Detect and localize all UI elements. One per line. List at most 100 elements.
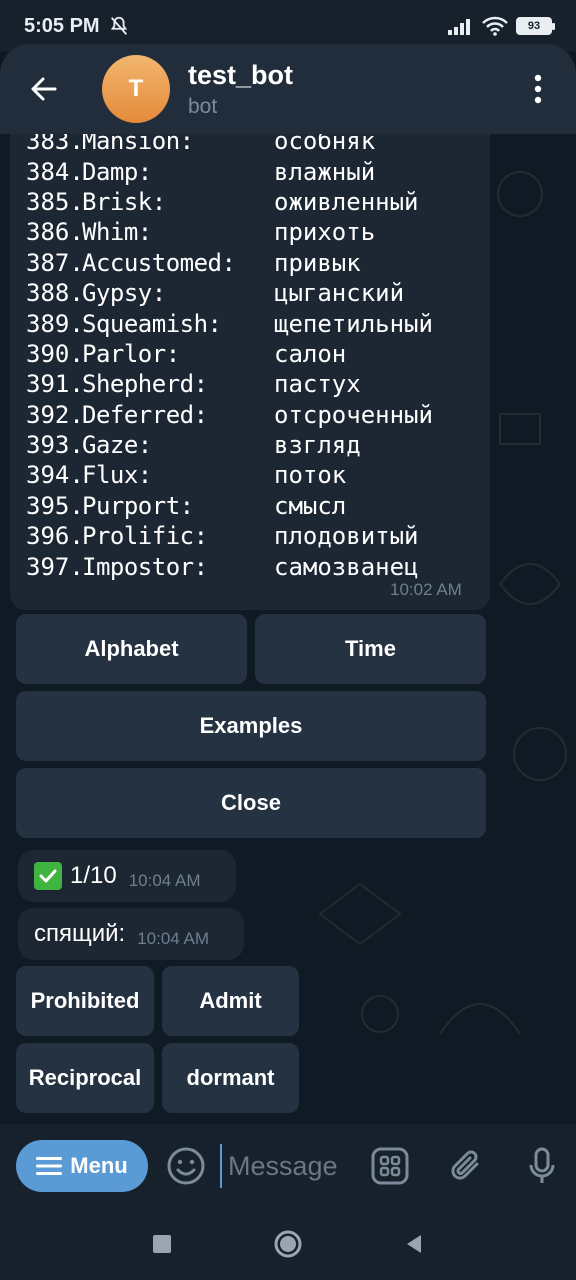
list-item: 396. Prolific: плодовитый: [26, 521, 466, 551]
answer-option-admit[interactable]: Admit: [162, 966, 299, 1036]
message-timestamp: 10:04 AM: [128, 871, 201, 890]
wifi-icon: [482, 16, 508, 36]
item-russian: особняк: [274, 134, 376, 156]
item-russian: оживленный: [274, 187, 419, 216]
menu-button[interactable]: Menu: [16, 1140, 148, 1192]
word-text: спящий:: [34, 920, 126, 947]
item-english: Accustomed:: [82, 248, 236, 277]
item-number: 389.: [26, 309, 84, 338]
item-english: Mansion:: [82, 134, 194, 156]
list-item: 392. Deferred: отсроченный: [26, 400, 466, 430]
status-time: 5:05 PM: [24, 14, 100, 37]
recents-button[interactable]: [151, 1233, 173, 1255]
check-mark-icon: [34, 862, 62, 890]
item-russian: салон: [274, 339, 347, 368]
menu-label: Menu: [70, 1153, 128, 1178]
item-number: 395.: [26, 491, 84, 520]
item-russian: цыганский: [274, 279, 405, 308]
chat-header: T test_bot bot: [0, 44, 576, 134]
answer-option-reciprocal[interactable]: Reciprocal: [16, 1043, 154, 1113]
hamburger-icon: [36, 1157, 63, 1175]
voice-message-button[interactable]: [520, 1144, 564, 1188]
item-english: Brisk:: [82, 187, 166, 216]
item-number: 390.: [26, 339, 84, 368]
item-english: Squeamish:: [82, 309, 222, 338]
message-input-bar: Menu Message: [0, 1124, 576, 1208]
list-item: 393. Gaze: взгляд: [26, 430, 466, 460]
avatar-letter: T: [128, 75, 144, 102]
item-number: 393.: [26, 431, 84, 460]
home-button[interactable]: [273, 1229, 303, 1259]
item-number: 391.: [26, 370, 84, 399]
message-timestamp: 10:04 AM: [137, 929, 210, 948]
list-item: 385. Brisk: оживленный: [26, 187, 466, 217]
item-english: Parlor:: [82, 339, 180, 368]
item-russian: отсроченный: [274, 400, 433, 429]
message-timestamp: 10:02 AM: [390, 580, 462, 599]
list-item: 386. Whim: прихоть: [26, 217, 466, 247]
item-number: 384.: [26, 157, 84, 186]
bot-keyboard-button[interactable]: [368, 1144, 412, 1188]
alphabet-button[interactable]: Alphabet: [16, 614, 247, 684]
item-number: 387.: [26, 248, 84, 277]
emoji-button[interactable]: [164, 1144, 208, 1188]
item-english: Damp:: [82, 157, 152, 186]
answer-option-dormant[interactable]: dormant: [162, 1043, 299, 1113]
list-item: 389. Squeamish: щепетильный: [26, 308, 466, 338]
list-item: 383. Mansion: особняк: [26, 134, 466, 156]
kebab-menu-icon: [534, 74, 542, 104]
list-item: 395. Purport: смысл: [26, 491, 466, 521]
chat-area[interactable]: 383. Mansion: особняк 384. Damp: влажный 385…: [0, 134, 576, 1124]
item-russian: поток: [274, 461, 347, 490]
item-english: Impostor:: [82, 552, 208, 581]
chat-subtitle: bot: [188, 94, 218, 118]
microphone-icon: [529, 1147, 555, 1183]
item-english: Purport:: [82, 491, 194, 520]
list-item: 394. Flux: поток: [26, 460, 466, 490]
item-russian: самозванец: [274, 552, 419, 581]
item-russian: смысл: [274, 491, 347, 520]
examples-button[interactable]: Examples: [16, 691, 486, 761]
item-english: Shepherd:: [82, 370, 208, 399]
item-number: 386.: [26, 218, 84, 247]
notifications-muted-icon: [110, 16, 127, 35]
list-item: 388. Gypsy: цыганский: [26, 278, 466, 308]
close-button[interactable]: Close: [16, 768, 486, 838]
message-input[interactable]: Message: [220, 1144, 350, 1188]
back-button[interactable]: [12, 57, 76, 121]
score-message: 1/10 10:04 AM: [18, 850, 236, 902]
back-nav-button[interactable]: [403, 1233, 425, 1255]
item-number: 383.: [26, 134, 84, 156]
chat-titles[interactable]: test_bot bot: [188, 60, 293, 119]
list-item: 391. Shepherd: пастух: [26, 369, 466, 399]
item-number: 396.: [26, 522, 84, 551]
score-text: 1/10: [70, 862, 117, 889]
item-english: Whim:: [82, 218, 152, 247]
item-russian: влажный: [274, 157, 376, 186]
word-message: спящий: 10:04 AM: [18, 908, 244, 960]
item-english: Deferred:: [82, 400, 208, 429]
avatar[interactable]: T: [102, 55, 170, 123]
vocabulary-list: 383. Mansion: особняк 384. Damp: влажный 385…: [26, 134, 466, 582]
item-russian: пастух: [274, 370, 361, 399]
list-item: 397. Impostor: самозванец: [26, 551, 466, 581]
attach-button[interactable]: [444, 1144, 488, 1188]
list-item: 384. Damp: влажный: [26, 156, 466, 186]
signal-icon: [448, 19, 470, 35]
keyboard-grid-icon: [371, 1147, 409, 1185]
list-item: 390. Parlor: салон: [26, 339, 466, 369]
system-nav-bar: [0, 1208, 576, 1280]
paperclip-icon: [451, 1150, 479, 1180]
item-number: 388.: [26, 279, 84, 308]
time-button[interactable]: Time: [255, 614, 486, 684]
chat-title: test_bot: [188, 59, 294, 90]
arrow-left-icon: [31, 77, 57, 101]
item-english: Gaze:: [82, 431, 152, 460]
smiley-icon: [167, 1147, 205, 1185]
item-number: 385.: [26, 187, 84, 216]
more-options-button[interactable]: [516, 59, 560, 119]
item-number: 397.: [26, 552, 84, 581]
answer-option-prohibited[interactable]: Prohibited: [16, 966, 154, 1036]
item-number: 394.: [26, 461, 84, 490]
item-russian: плодовитый: [274, 522, 419, 551]
